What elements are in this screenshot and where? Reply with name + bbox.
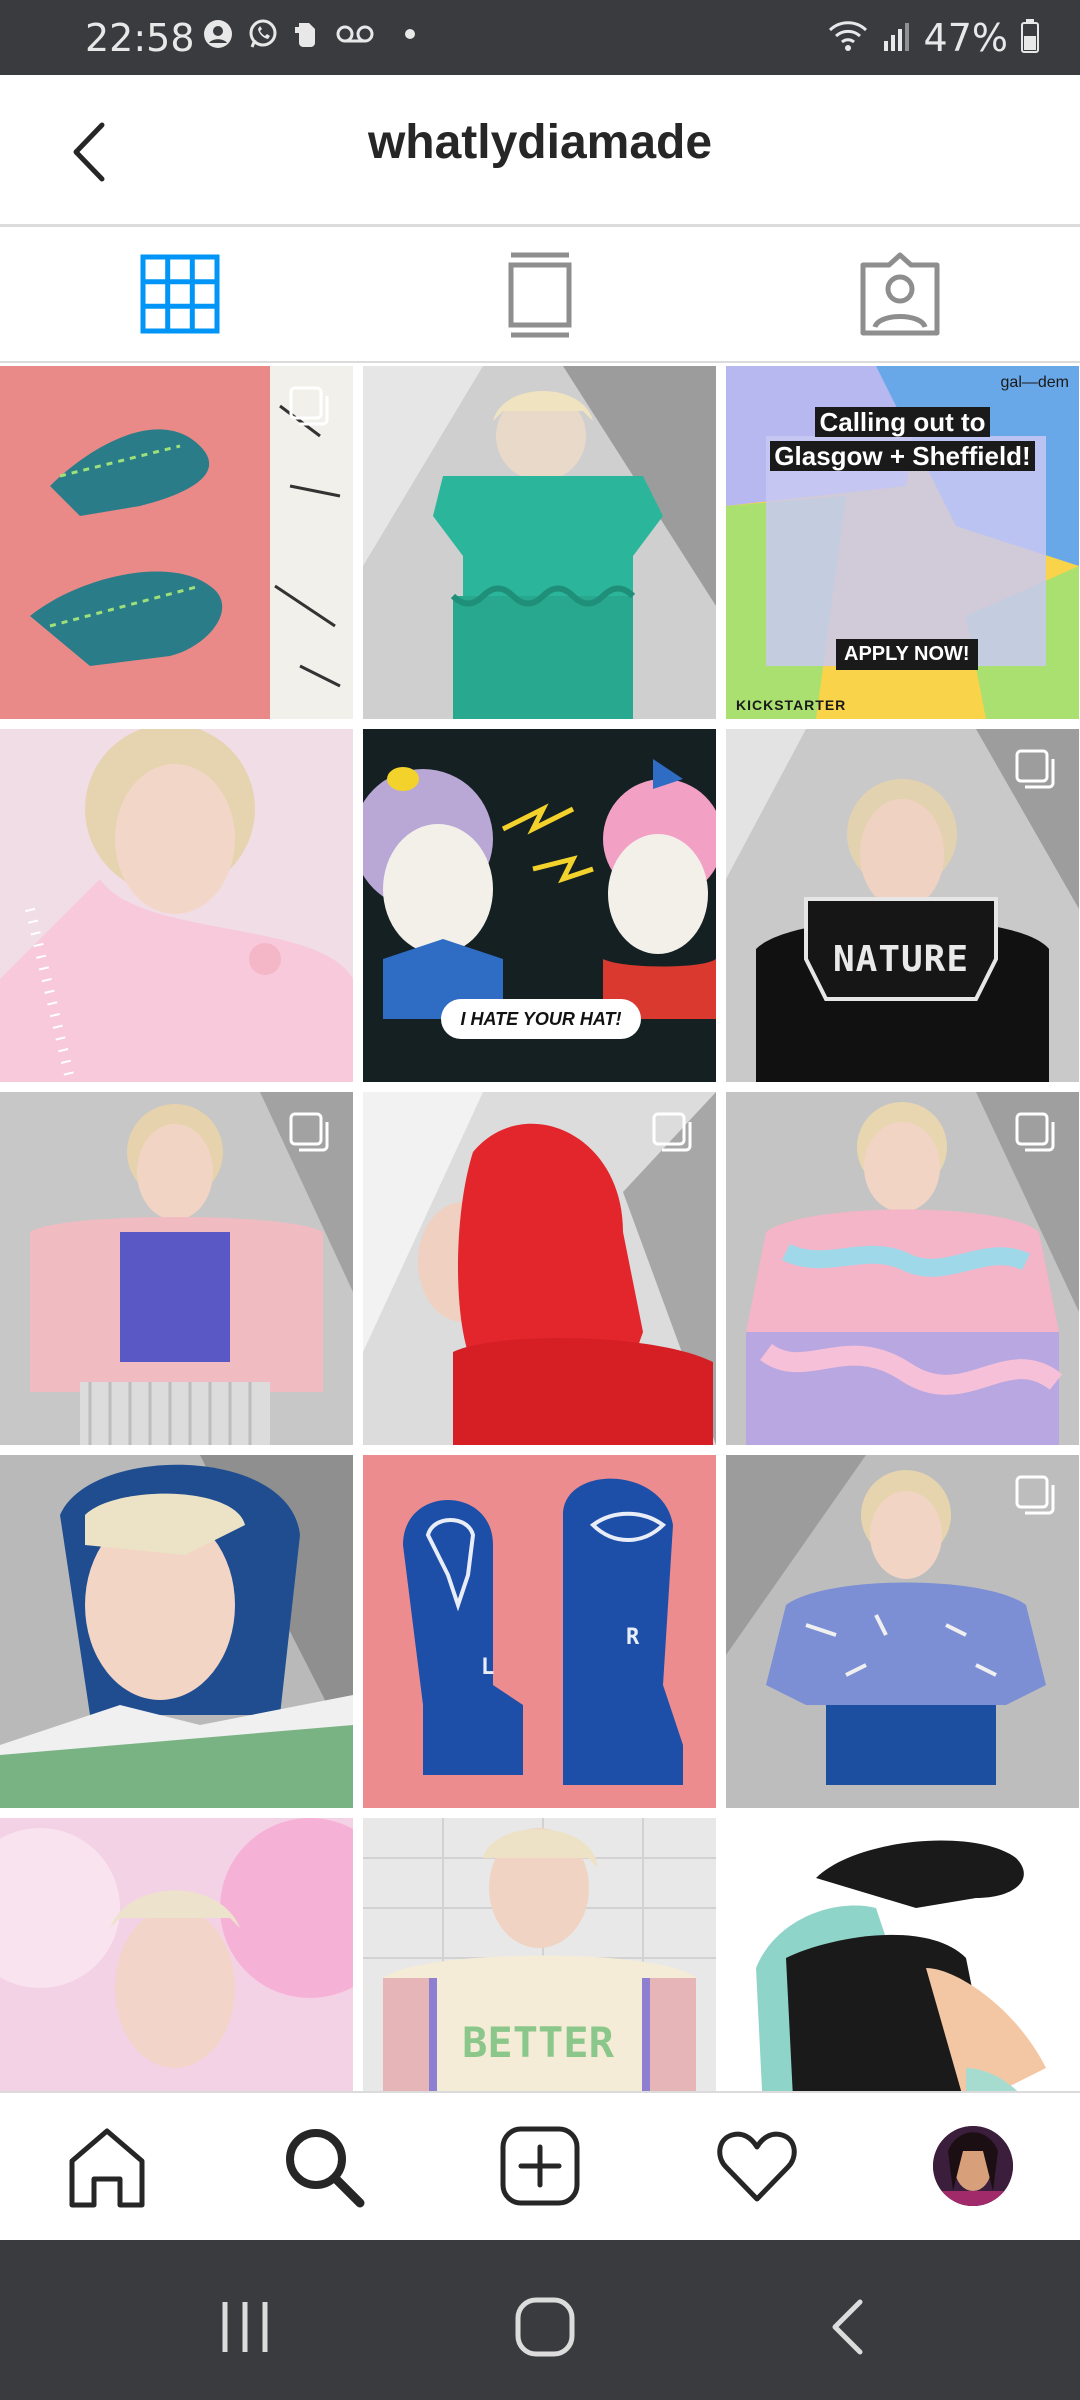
page-title: whatlydiamade (367, 116, 713, 169)
post-image (726, 1818, 1079, 2091)
brand-tag: gal—dem (1000, 374, 1069, 391)
account-icon (203, 19, 233, 54)
system-recents-button[interactable] (210, 2292, 280, 2362)
profile-header: whatlydiamade (0, 75, 1080, 225)
tabs-divider (0, 361, 1080, 363)
jumper-text: NATURE (832, 939, 970, 980)
post-tile[interactable] (726, 1455, 1079, 1808)
carousel-icon (289, 1112, 329, 1152)
post-image (0, 729, 353, 1082)
post-image (363, 1455, 716, 1808)
sponsor-label: KICKSTARTER (736, 697, 847, 713)
post-title-line1: Calling out to (815, 407, 990, 437)
feed-icon (508, 252, 572, 338)
carousel-icon (652, 1112, 692, 1152)
carousel-icon (289, 386, 329, 426)
tab-feed[interactable] (495, 249, 585, 339)
bottom-nav (0, 2093, 1080, 2240)
status-time: 22:58 (85, 16, 195, 60)
mitten-left-letter: L (481, 1655, 495, 1680)
evernote-icon (293, 19, 321, 54)
home-circle-icon (515, 2297, 575, 2357)
status-bar: 22:58 47% (0, 0, 1080, 75)
post-tile[interactable] (0, 729, 353, 1082)
wifi-icon (826, 18, 870, 59)
nav-activity-button[interactable] (712, 2121, 802, 2211)
speech-bubble: I HATE YOUR HAT! (441, 999, 641, 1039)
post-tile[interactable] (0, 1092, 353, 1445)
nav-profile-button[interactable] (928, 2121, 1018, 2211)
carousel-icon (1015, 1475, 1055, 1515)
system-nav-bar (0, 2240, 1080, 2400)
back-icon (832, 2299, 863, 2355)
post-tile[interactable] (0, 1455, 353, 1808)
system-back-button[interactable] (815, 2292, 885, 2362)
grid-icon (140, 254, 220, 334)
tagged-icon (860, 252, 940, 336)
carousel-icon (1015, 749, 1055, 789)
post-title-line2: Glasgow + Sheffield! (770, 441, 1035, 471)
battery-icon (1020, 18, 1040, 59)
recents-icon (222, 2302, 268, 2352)
apply-now-label: APPLY NOW! (836, 639, 978, 670)
post-tile[interactable]: I HATE YOUR HAT! (363, 729, 716, 1082)
nav-search-button[interactable] (278, 2121, 368, 2211)
profile-tabs (0, 227, 1080, 363)
nav-home-button[interactable] (62, 2121, 152, 2211)
post-tile[interactable] (726, 1818, 1079, 2091)
post-tile[interactable] (726, 1092, 1079, 1445)
heart-icon (717, 2131, 797, 2202)
add-post-icon (500, 2126, 580, 2206)
home-icon (69, 2128, 145, 2208)
post-tile[interactable] (0, 366, 353, 719)
search-icon (286, 2129, 365, 2208)
whatsapp-icon (247, 18, 279, 55)
system-home-button[interactable] (510, 2292, 580, 2362)
post-tile[interactable] (0, 1818, 353, 2091)
mitten-right-letter: R (626, 1625, 640, 1650)
signal-icon (882, 19, 912, 58)
post-tile[interactable]: gal—dem Calling out to Glasgow + Sheffie… (726, 366, 1079, 719)
post-tile[interactable]: L R (363, 1455, 716, 1808)
post-tile[interactable]: NATURE (726, 729, 1079, 1082)
tab-tagged[interactable] (855, 249, 945, 339)
tab-grid[interactable] (135, 249, 225, 339)
voicemail-icon (335, 22, 375, 51)
nav-new-post-button[interactable] (495, 2121, 585, 2211)
post-tile[interactable] (363, 1092, 716, 1445)
avatar-icon (933, 2126, 1013, 2206)
dot-icon (403, 27, 417, 46)
post-tile[interactable] (363, 366, 716, 719)
vest-text: BETTER (462, 2018, 614, 2067)
carousel-icon (1015, 1112, 1055, 1152)
post-image (363, 366, 716, 719)
post-tile[interactable]: BETTER (363, 1818, 716, 2091)
post-image (0, 1455, 353, 1808)
posts-grid: gal—dem Calling out to Glasgow + Sheffie… (0, 366, 1080, 2091)
post-image (0, 1818, 353, 2091)
battery-percent: 47% (923, 16, 1008, 60)
